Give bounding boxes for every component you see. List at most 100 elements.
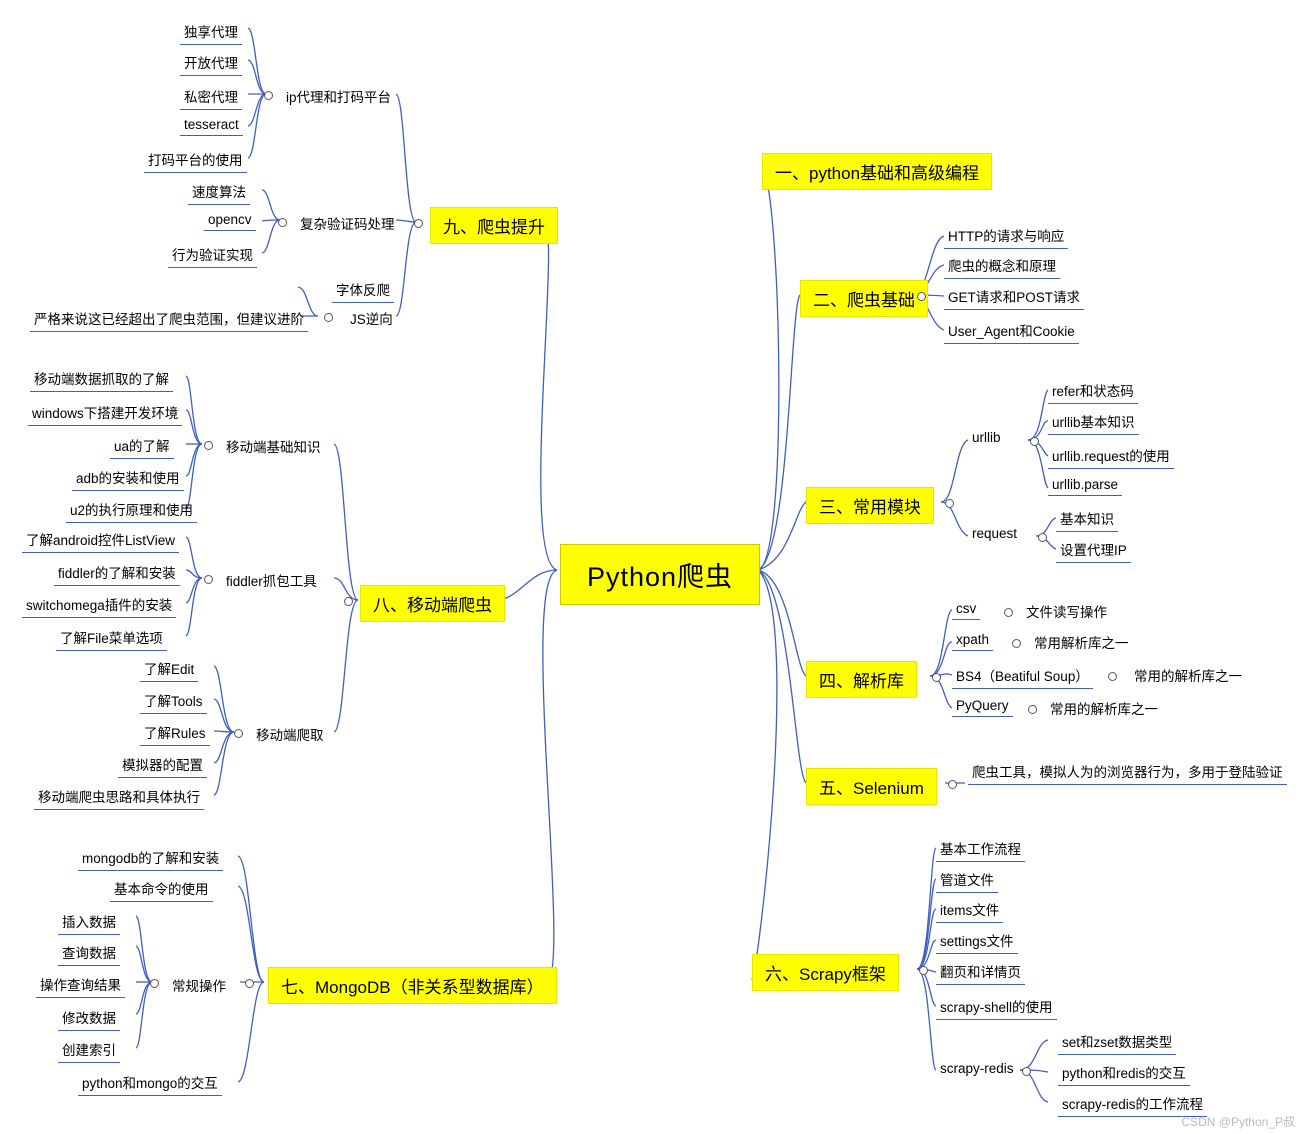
leaf-urllib-1: urllib基本知识 — [1048, 409, 1139, 435]
note-selenium: 爬虫工具，模拟人为的浏览器行为，多用于登陆验证 — [968, 759, 1287, 785]
leaf-m1-1: fiddler的了解和安装 — [54, 560, 180, 586]
leaf-b4-2: BS4（Beatiful Soup） — [952, 663, 1093, 689]
leaf-p0-4: 打码平台的使用 — [144, 147, 247, 173]
leaf-m0-2: ua的了解 — [110, 433, 174, 459]
leaf-m1-2: switchomega插件的安装 — [22, 592, 177, 618]
branch-crawler-advanced[interactable]: 九、爬虫提升 — [430, 207, 558, 244]
leaf-p0-1: 开放代理 — [180, 50, 242, 76]
leaf-request-0: 基本知识 — [1056, 506, 1118, 532]
node-dot — [945, 499, 954, 508]
group-js-reverse-label: JS逆向 — [350, 312, 393, 327]
leaf-m2-1: 了解Tools — [140, 688, 207, 714]
mindmap-root: Python爬虫 — [560, 544, 761, 605]
leaf-m2-4: 移动端爬虫思路和具体执行 — [34, 784, 204, 810]
leaf-m0-4: u2的执行原理和使用 — [66, 497, 198, 523]
leaf-m2-0: 了解Edit — [140, 656, 199, 682]
node-dot — [1012, 639, 1021, 648]
group-regular-ops-label: 常规操作 — [172, 979, 226, 994]
group-mobile-scrape-label: 移动端爬取 — [256, 728, 324, 743]
leaf-p1-0: 速度算法 — [188, 179, 250, 205]
leaf-b2-2: GET请求和POST请求 — [944, 284, 1085, 310]
leaf-m1-3: 了解File菜单选项 — [56, 625, 167, 651]
leaf-b7-1: 基本命令的使用 — [110, 876, 213, 902]
group-urllib-label: urllib — [972, 430, 1001, 445]
leaf-p0-3: tesseract — [180, 115, 243, 136]
leaf-request-1: 设置代理IP — [1056, 537, 1131, 563]
branch-selenium[interactable]: 五、Selenium — [806, 768, 937, 805]
leaf-urllib-0: refer和状态码 — [1048, 378, 1138, 404]
group-mobile-basics-label: 移动端基础知识 — [226, 440, 321, 455]
leaf-b6-0: 基本工作流程 — [936, 836, 1025, 862]
branch-scrapy[interactable]: 六、Scrapy框架 — [752, 954, 899, 991]
leaf-m0-3: adb的安装和使用 — [72, 465, 184, 491]
leaf-p1-1: opencv — [204, 210, 256, 231]
node-dot — [1028, 705, 1037, 714]
leaf-ops-4: 创建索引 — [58, 1037, 120, 1063]
leaf-b4-3: PyQuery — [952, 696, 1013, 717]
note-b4-2: 常用的解析库之一 — [1134, 669, 1242, 684]
node-dot — [278, 218, 287, 227]
node-dot — [344, 597, 353, 606]
leaf-ops-3: 修改数据 — [58, 1005, 120, 1031]
node-dot — [234, 729, 243, 738]
leaf-m0-1: windows下搭建开发环境 — [28, 400, 183, 426]
branch-mobile-crawler[interactable]: 八、移动端爬虫 — [360, 585, 505, 622]
leaf-m1-0: 了解android控件ListView — [22, 527, 180, 553]
node-dot — [917, 292, 926, 301]
group-fiddler-label: fiddler抓包工具 — [226, 574, 317, 589]
group-ip-proxy-label: ip代理和打码平台 — [286, 90, 392, 105]
leaf-urllib-2: urllib.request的使用 — [1048, 443, 1174, 469]
leaf-b2-3: User_Agent和Cookie — [944, 318, 1079, 344]
node-dot — [1038, 533, 1047, 542]
leaf-m2-2: 了解Rules — [140, 720, 210, 746]
group-captcha-label: 复杂验证码处理 — [300, 217, 395, 232]
leaf-p1-2: 行为验证实现 — [168, 242, 257, 268]
note-b4-0: 文件读写操作 — [1026, 605, 1107, 620]
leaf-urllib-3: urllib.parse — [1048, 475, 1123, 496]
leaf-p0-2: 私密代理 — [180, 84, 242, 110]
leaf-ops-1: 查询数据 — [58, 940, 120, 966]
branch-parsers[interactable]: 四、解析库 — [806, 661, 917, 698]
leaf-b6-5: scrapy-shell的使用 — [936, 994, 1057, 1020]
node-dot — [245, 979, 254, 988]
leaf-ops-0: 插入数据 — [58, 909, 120, 935]
node-dot — [1022, 1067, 1031, 1076]
branch-common-modules[interactable]: 三、常用模块 — [806, 487, 934, 524]
leaf-b2-1: 爬虫的概念和原理 — [944, 253, 1060, 279]
note-b4-3: 常用的解析库之一 — [1050, 702, 1158, 717]
node-dot — [414, 219, 423, 228]
watermark: CSDN @Python_P叔 — [1181, 1115, 1295, 1129]
note-b4-1: 常用解析库之一 — [1034, 636, 1129, 651]
node-dot — [948, 780, 957, 789]
group-scrapy-redis-label: scrapy-redis — [940, 1061, 1014, 1076]
node-dot — [264, 91, 273, 100]
leaf-b2-0: HTTP的请求与响应 — [944, 223, 1069, 249]
node-dot — [324, 313, 333, 322]
node-dot — [204, 575, 213, 584]
leaf-b4-1: xpath — [952, 630, 994, 651]
node-dot — [932, 673, 941, 682]
leaf-b6-3: settings文件 — [936, 928, 1018, 954]
leaf-b4-0: csv — [952, 599, 981, 620]
leaf-b7-tail: python和mongo的交互 — [78, 1070, 222, 1096]
branch-crawler-basics[interactable]: 二、爬虫基础 — [800, 280, 928, 317]
group-request-label: request — [972, 526, 1018, 541]
node-dot — [919, 966, 928, 975]
node-dot — [1004, 608, 1013, 617]
leaf-p0-0: 独享代理 — [180, 19, 242, 45]
leaf-b6-4: 翻页和详情页 — [936, 959, 1025, 985]
node-dot — [204, 441, 213, 450]
leaf-b6-2: items文件 — [936, 897, 1004, 923]
node-dot — [150, 979, 159, 988]
leaf-redis-0: set和zset数据类型 — [1058, 1029, 1177, 1055]
leaf-p2-0: 字体反爬 — [332, 277, 394, 303]
leaf-redis-1: python和redis的交互 — [1058, 1060, 1190, 1086]
leaf-b6-1: 管道文件 — [936, 867, 998, 893]
branch-mongodb[interactable]: 七、MongoDB（非关系型数据库） — [268, 967, 557, 1004]
branch-python-basics[interactable]: 一、python基础和高级编程 — [762, 153, 993, 190]
leaf-b7-0: mongodb的了解和安装 — [78, 845, 224, 871]
node-dot — [1108, 672, 1117, 681]
note-js-reverse: 严格来说这已经超出了爬虫范围，但建议进阶 — [30, 306, 308, 332]
node-dot — [1030, 437, 1039, 446]
leaf-ops-2: 操作查询结果 — [36, 972, 125, 998]
